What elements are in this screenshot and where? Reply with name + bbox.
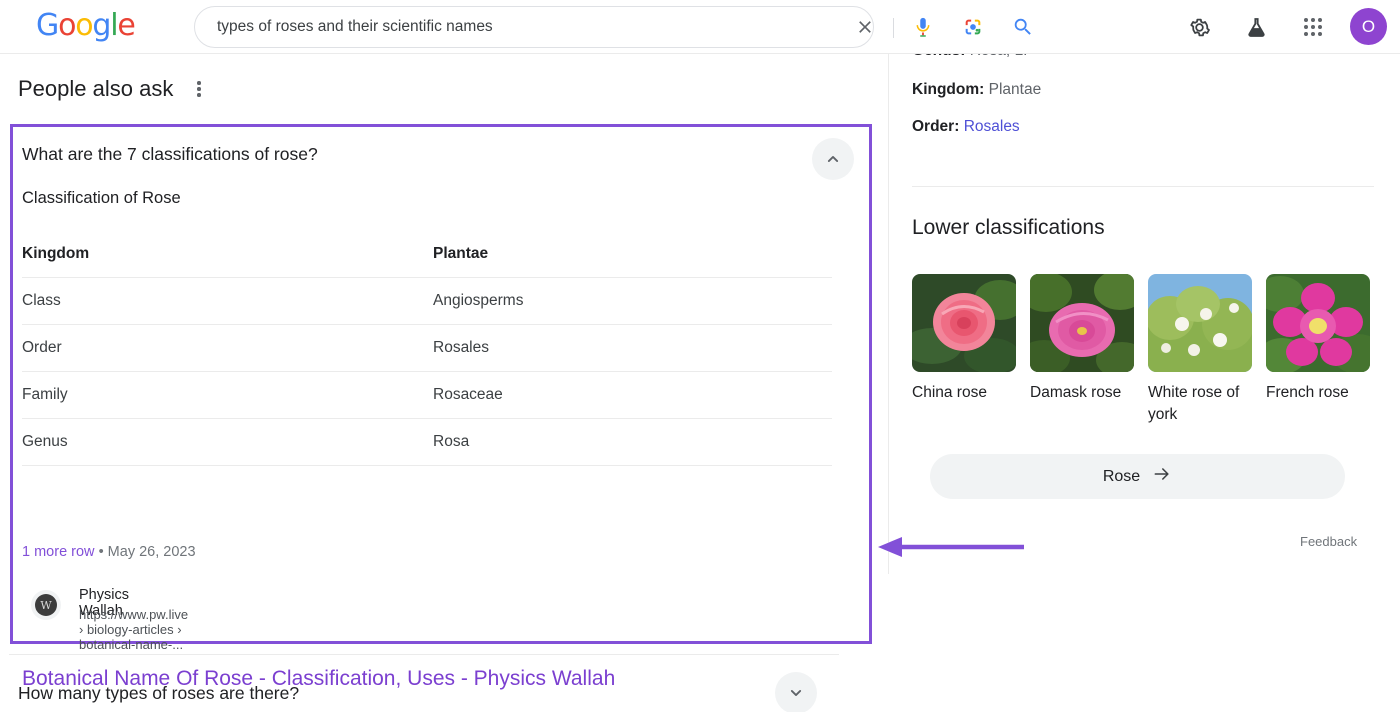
table-cell: Rosales [433,324,832,372]
kp-divider-line [912,186,1374,187]
kp-fact-label: Kingdom: [912,81,985,98]
list-item[interactable]: White rose of york [1148,274,1252,426]
table-cell: Angiosperms [433,277,832,325]
labs-flask-icon[interactable] [1243,14,1269,40]
kp-fact-order: Order: Rosales [912,118,1020,136]
arrow-right-icon [1152,464,1172,489]
close-icon[interactable] [853,15,877,39]
table-cell: Order [22,324,433,372]
kebab-menu-icon[interactable] [191,78,207,100]
thumbnail-damask-rose[interactable] [1030,274,1134,372]
table-row: Genus Rosa [22,418,832,466]
table-cell: Class [22,277,433,325]
chevron-down-icon[interactable] [775,672,817,712]
people-also-ask-header: People also ask [18,76,207,102]
table-cell: Family [22,371,433,419]
more-rows-line: 1 more row • May 26, 2023 [22,544,196,560]
thumbnail-french-rose[interactable] [1266,274,1370,372]
table-cell: Rosaceae [433,371,832,419]
table-row: Family Rosaceae [22,371,832,419]
chevron-up-icon[interactable] [812,138,854,180]
lower-classifications-title: Lower classifications [912,216,1105,239]
more-rows-link[interactable]: 1 more row [22,544,95,560]
search-icon[interactable] [1011,15,1035,39]
google-lens-icon[interactable] [961,15,985,39]
thumbnail-label: White rose of york [1148,384,1240,423]
google-search-results-page: Google types of roses and their scientif… [0,0,1400,712]
left-arrow-annotation [872,537,1024,557]
thumbnail-label: Damask rose [1030,384,1122,401]
paa-question-row-expanded[interactable]: What are the 7 classifications of rose? [13,127,869,185]
search-divider [893,18,894,38]
answer-date: May 26, 2023 [107,544,196,560]
table-row: Kingdom Plantae [22,231,832,278]
google-logo[interactable]: Google [36,11,136,41]
list-item[interactable]: French rose [1266,274,1370,426]
gear-icon[interactable] [1186,14,1212,40]
page-title: People also ask [18,76,174,101]
kp-fact-kingdom: Kingdom: Plantae [912,81,1041,99]
separator-dot: • [98,544,104,560]
paa-question-text: What are the 7 classifications of rose? [22,144,318,164]
source-url: https://www.pw.live › biology-articles ›… [79,607,189,652]
list-item[interactable]: China rose [912,274,1016,426]
paa-question-row-collapsed[interactable]: How many types of roses are there? [9,654,839,712]
microphone-icon[interactable] [911,15,935,39]
paa-question-text: How many types of roses are there? [18,683,300,703]
avatar[interactable]: O [1350,8,1387,45]
thumbnail-white-rose-of-york[interactable] [1148,274,1252,372]
feedback-link[interactable]: Feedback [1300,534,1357,549]
list-item[interactable]: Damask rose [1030,274,1134,426]
classification-table: Kingdom Plantae Class Angiosperms Order … [22,231,832,466]
thumbnail-label: China rose [912,384,987,401]
column-divider [888,54,889,574]
rose-chip-label: Rose [1102,467,1141,485]
kp-fact-value-link[interactable]: Rosales [964,118,1020,135]
lower-classifications-list: China rose Damask rose White rose of yor… [912,274,1370,426]
table-header-cell: Kingdom [22,231,433,278]
site-favicon-icon: W [31,590,61,620]
search-input[interactable] [217,7,817,47]
apps-grid-icon[interactable] [1300,14,1326,40]
rose-chip-button[interactable]: Rose [930,454,1345,499]
table-row: Order Rosales [22,324,832,372]
thumbnail-china-rose[interactable] [912,274,1016,372]
paa-expanded-answer-card[interactable]: What are the 7 classifications of rose? … [10,124,872,690]
search-bar[interactable] [194,6,1031,48]
thumbnail-label: French rose [1266,384,1349,401]
search-header: Google types of roses and their scientif… [0,0,1400,54]
kp-fact-value: Plantae [988,81,1042,98]
avatar-initial: O [1361,16,1376,36]
table-cell: Genus [22,418,433,466]
table-cell: Rosa [433,418,832,466]
table-row: Class Angiosperms [22,277,832,325]
answer-subtitle: Classification of Rose [22,189,181,207]
kp-fact-label: Order: [912,118,960,135]
table-header-cell: Plantae [433,231,832,278]
